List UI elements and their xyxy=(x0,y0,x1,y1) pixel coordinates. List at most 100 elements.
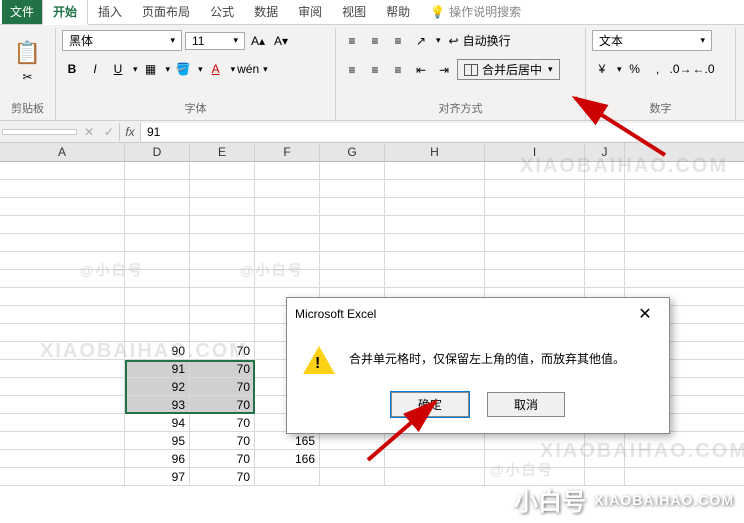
tab-help[interactable]: 帮助 xyxy=(376,0,420,24)
merge-icon xyxy=(464,64,478,76)
col-header[interactable]: D xyxy=(125,143,190,161)
decrease-decimal[interactable]: ←.0 xyxy=(694,59,714,79)
chevron-down-icon: ▾ xyxy=(168,35,175,46)
dialog-cancel-button[interactable]: 取消 xyxy=(487,392,565,417)
group-label-align: 对齐方式 xyxy=(342,100,579,118)
col-header[interactable]: I xyxy=(485,143,585,161)
align-right[interactable]: ≡ xyxy=(388,60,408,80)
cell[interactable]: 97 xyxy=(125,468,190,485)
cancel-entry-icon[interactable]: ✕ xyxy=(79,122,99,142)
cell[interactable] xyxy=(320,468,385,485)
col-header[interactable]: J xyxy=(585,143,625,161)
cell[interactable] xyxy=(0,468,125,485)
cell[interactable]: 70 xyxy=(190,450,255,467)
font-size-select[interactable]: 11▾ xyxy=(185,32,245,50)
cell[interactable] xyxy=(385,450,485,467)
cell[interactable]: 70 xyxy=(190,468,255,485)
border-button[interactable]: ▦ xyxy=(141,59,161,79)
cell[interactable] xyxy=(0,450,125,467)
merge-center-button[interactable]: 合并后居中 ▾ xyxy=(457,59,560,80)
confirm-entry-icon[interactable]: ✓ xyxy=(99,122,119,142)
cell[interactable]: 165 xyxy=(255,432,320,449)
increase-font-size[interactable]: A▴ xyxy=(248,31,268,51)
tab-file[interactable]: 文件 xyxy=(2,0,42,24)
fx-button[interactable]: fx xyxy=(119,123,141,141)
bold-button[interactable]: B xyxy=(62,59,82,79)
cell[interactable] xyxy=(0,360,125,377)
cell[interactable]: 166 xyxy=(255,450,320,467)
cell[interactable] xyxy=(585,432,625,449)
dialog-title: Microsoft Excel xyxy=(295,307,376,321)
dialog-ok-button[interactable]: 确定 xyxy=(391,392,469,417)
cell[interactable]: 70 xyxy=(190,342,255,359)
cell[interactable] xyxy=(255,468,320,485)
align-left[interactable]: ≡ xyxy=(342,60,362,80)
col-header[interactable]: G xyxy=(320,143,385,161)
phonetic-button[interactable]: wén xyxy=(238,59,258,79)
number-format-select[interactable]: 文本▾ xyxy=(592,30,712,51)
formula-input[interactable]: 91 xyxy=(141,123,744,141)
cell[interactable]: 70 xyxy=(190,396,255,413)
cell[interactable] xyxy=(0,342,125,359)
cell[interactable] xyxy=(0,432,125,449)
increase-indent[interactable]: ⇥ xyxy=(434,60,454,80)
cell[interactable]: 70 xyxy=(190,360,255,377)
align-center[interactable]: ≡ xyxy=(365,60,385,80)
font-name-select[interactable]: 黑体▾ xyxy=(62,30,182,51)
cell[interactable]: 70 xyxy=(190,378,255,395)
cell[interactable]: 70 xyxy=(190,414,255,431)
cell[interactable] xyxy=(320,432,385,449)
cell[interactable] xyxy=(585,450,625,467)
font-color-button[interactable]: A xyxy=(206,59,226,79)
tab-insert[interactable]: 插入 xyxy=(88,0,132,24)
cell[interactable] xyxy=(320,450,385,467)
wrap-text-button[interactable]: ↩ 自动换行 xyxy=(444,30,516,51)
decrease-indent[interactable]: ⇤ xyxy=(411,60,431,80)
col-header[interactable]: E xyxy=(190,143,255,161)
format-painter-button[interactable]: ✂ xyxy=(18,67,38,87)
paste-button[interactable]: 📋 xyxy=(18,43,38,63)
italic-button[interactable]: I xyxy=(85,59,105,79)
col-header[interactable]: H xyxy=(385,143,485,161)
name-box[interactable] xyxy=(2,129,77,135)
increase-decimal[interactable]: .0→ xyxy=(671,59,691,79)
currency-button[interactable]: ¥ xyxy=(592,59,612,79)
cell[interactable]: 96 xyxy=(125,450,190,467)
cell[interactable]: 70 xyxy=(190,432,255,449)
cell[interactable]: 94 xyxy=(125,414,190,431)
cell[interactable]: 93 xyxy=(125,396,190,413)
cell[interactable] xyxy=(385,468,485,485)
tab-home[interactable]: 开始 xyxy=(42,0,88,25)
comma-button[interactable]: , xyxy=(648,59,668,79)
cell[interactable]: 95 xyxy=(125,432,190,449)
tab-review[interactable]: 审阅 xyxy=(288,0,332,24)
tab-page-layout[interactable]: 页面布局 xyxy=(132,0,200,24)
chevron-down-icon[interactable]: ▾ xyxy=(131,64,138,75)
percent-button[interactable]: % xyxy=(625,59,645,79)
fill-color-button[interactable]: 🪣 xyxy=(173,59,193,79)
col-header[interactable]: F xyxy=(255,143,320,161)
dialog-close-button[interactable]: ✕ xyxy=(629,304,661,324)
tab-data[interactable]: 数据 xyxy=(244,0,288,24)
orientation-button[interactable]: ↗ xyxy=(411,31,431,51)
cell[interactable]: 90 xyxy=(125,342,190,359)
align-bottom[interactable]: ≡ xyxy=(388,31,408,51)
cell[interactable] xyxy=(0,414,125,431)
cell[interactable] xyxy=(0,396,125,413)
broadcast-icon xyxy=(478,486,506,514)
cell[interactable]: 91 xyxy=(125,360,190,377)
cell[interactable]: 92 xyxy=(125,378,190,395)
cell[interactable] xyxy=(485,432,585,449)
align-top[interactable]: ≡ xyxy=(342,31,362,51)
align-middle[interactable]: ≡ xyxy=(365,31,385,51)
tab-view[interactable]: 视图 xyxy=(332,0,376,24)
tell-me-search[interactable]: 💡 操作说明搜索 xyxy=(420,0,531,24)
tab-formulas[interactable]: 公式 xyxy=(200,0,244,24)
chevron-down-icon: ▾ xyxy=(231,35,238,46)
decrease-font-size[interactable]: A▾ xyxy=(271,31,291,51)
underline-button[interactable]: U xyxy=(108,59,128,79)
cell[interactable] xyxy=(485,450,585,467)
cell[interactable] xyxy=(0,378,125,395)
cell[interactable] xyxy=(385,432,485,449)
col-header[interactable]: A xyxy=(0,143,125,161)
